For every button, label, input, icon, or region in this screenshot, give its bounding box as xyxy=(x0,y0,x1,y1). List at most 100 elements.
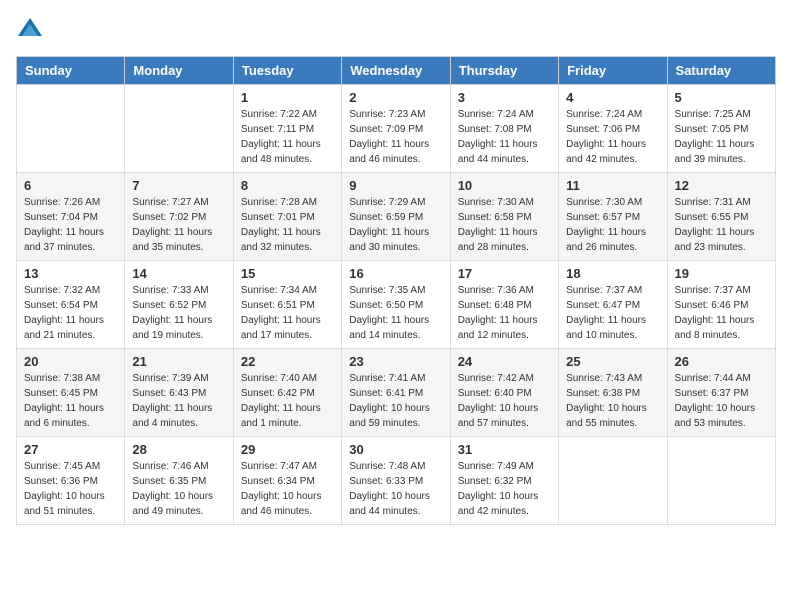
day-info: Sunrise: 7:32 AM Sunset: 6:54 PM Dayligh… xyxy=(24,283,117,343)
day-cell: 4 Sunrise: 7:24 AM Sunset: 7:06 PM Daylig… xyxy=(559,85,667,173)
day-cell: 20Sunrise: 7:38 AM Sunset: 6:45 PM Dayli… xyxy=(17,349,125,437)
day-cell xyxy=(559,437,667,525)
week-row-2: 6 Sunrise: 7:26 AM Sunset: 7:04 PM Daylig… xyxy=(17,173,776,261)
day-number: 1 xyxy=(241,90,334,105)
day-number: 8 xyxy=(241,178,334,193)
day-number: 19 xyxy=(675,266,768,281)
day-info: Sunrise: 7:23 AM Sunset: 7:09 PM Dayligh… xyxy=(349,107,442,167)
day-info: Sunrise: 7:41 AM Sunset: 6:41 PM Dayligh… xyxy=(349,371,442,431)
day-cell: 1Sunrise: 7:22 AM Sunset: 7:11 PM Daylig… xyxy=(233,85,341,173)
day-number: 9 xyxy=(349,178,442,193)
day-number: 18 xyxy=(566,266,659,281)
day-cell: 17 Sunrise: 7:36 AM Sunset: 6:48 PM Dayli… xyxy=(450,261,558,349)
day-cell: 9Sunrise: 7:29 AM Sunset: 6:59 PM Daylig… xyxy=(342,173,450,261)
day-number: 11 xyxy=(566,178,659,193)
day-info: Sunrise: 7:47 AM Sunset: 6:34 PM Dayligh… xyxy=(241,459,334,519)
header-cell-wednesday: Wednesday xyxy=(342,57,450,85)
day-cell: 25Sunrise: 7:43 AM Sunset: 6:38 PM Dayli… xyxy=(559,349,667,437)
day-cell: 19 Sunrise: 7:37 AM Sunset: 6:46 PM Dayli… xyxy=(667,261,775,349)
day-number: 30 xyxy=(349,442,442,457)
day-info: Sunrise: 7:30 AM Sunset: 6:57 PM Dayligh… xyxy=(566,195,659,255)
day-cell: 2 Sunrise: 7:23 AM Sunset: 7:09 PM Daylig… xyxy=(342,85,450,173)
day-cell: 7 Sunrise: 7:27 AM Sunset: 7:02 PM Daylig… xyxy=(125,173,233,261)
logo xyxy=(16,16,48,44)
header-cell-friday: Friday xyxy=(559,57,667,85)
day-cell: 29Sunrise: 7:47 AM Sunset: 6:34 PM Dayli… xyxy=(233,437,341,525)
day-cell: 16 Sunrise: 7:35 AM Sunset: 6:50 PM Dayli… xyxy=(342,261,450,349)
day-info: Sunrise: 7:48 AM Sunset: 6:33 PM Dayligh… xyxy=(349,459,442,519)
header xyxy=(16,16,776,44)
day-number: 21 xyxy=(132,354,225,369)
day-info: Sunrise: 7:26 AM Sunset: 7:04 PM Dayligh… xyxy=(24,195,117,255)
day-number: 12 xyxy=(675,178,768,193)
day-cell: 27 Sunrise: 7:45 AM Sunset: 6:36 PM Dayli… xyxy=(17,437,125,525)
day-info: Sunrise: 7:42 AM Sunset: 6:40 PM Dayligh… xyxy=(458,371,551,431)
day-cell: 12 Sunrise: 7:31 AM Sunset: 6:55 PM Dayli… xyxy=(667,173,775,261)
day-info: Sunrise: 7:49 AM Sunset: 6:32 PM Dayligh… xyxy=(458,459,551,519)
day-number: 31 xyxy=(458,442,551,457)
day-cell: 5 Sunrise: 7:25 AM Sunset: 7:05 PM Daylig… xyxy=(667,85,775,173)
day-info: Sunrise: 7:35 AM Sunset: 6:50 PM Dayligh… xyxy=(349,283,442,343)
day-cell: 24 Sunrise: 7:42 AM Sunset: 6:40 PM Dayli… xyxy=(450,349,558,437)
day-cell: 13 Sunrise: 7:32 AM Sunset: 6:54 PM Dayli… xyxy=(17,261,125,349)
day-number: 26 xyxy=(675,354,768,369)
day-info: Sunrise: 7:28 AM Sunset: 7:01 PM Dayligh… xyxy=(241,195,334,255)
day-cell: 22Sunrise: 7:40 AM Sunset: 6:42 PM Dayli… xyxy=(233,349,341,437)
week-row-3: 13 Sunrise: 7:32 AM Sunset: 6:54 PM Dayli… xyxy=(17,261,776,349)
day-info: Sunrise: 7:37 AM Sunset: 6:46 PM Dayligh… xyxy=(675,283,768,343)
day-number: 23 xyxy=(349,354,442,369)
day-cell: 26 Sunrise: 7:44 AM Sunset: 6:37 PM Dayli… xyxy=(667,349,775,437)
day-number: 22 xyxy=(241,354,334,369)
day-cell xyxy=(17,85,125,173)
day-number: 16 xyxy=(349,266,442,281)
calendar-table: SundayMondayTuesdayWednesdayThursdayFrid… xyxy=(16,56,776,525)
day-number: 27 xyxy=(24,442,117,457)
day-number: 4 xyxy=(566,90,659,105)
day-cell: 23 Sunrise: 7:41 AM Sunset: 6:41 PM Dayli… xyxy=(342,349,450,437)
day-info: Sunrise: 7:24 AM Sunset: 7:06 PM Dayligh… xyxy=(566,107,659,167)
day-cell: 11 Sunrise: 7:30 AM Sunset: 6:57 PM Dayli… xyxy=(559,173,667,261)
day-info: Sunrise: 7:45 AM Sunset: 6:36 PM Dayligh… xyxy=(24,459,117,519)
week-row-4: 20Sunrise: 7:38 AM Sunset: 6:45 PM Dayli… xyxy=(17,349,776,437)
day-info: Sunrise: 7:39 AM Sunset: 6:43 PM Dayligh… xyxy=(132,371,225,431)
day-number: 28 xyxy=(132,442,225,457)
header-cell-sunday: Sunday xyxy=(17,57,125,85)
day-cell: 21 Sunrise: 7:39 AM Sunset: 6:43 PM Dayli… xyxy=(125,349,233,437)
day-number: 2 xyxy=(349,90,442,105)
day-cell xyxy=(125,85,233,173)
day-info: Sunrise: 7:30 AM Sunset: 6:58 PM Dayligh… xyxy=(458,195,551,255)
day-number: 17 xyxy=(458,266,551,281)
day-number: 6 xyxy=(24,178,117,193)
day-info: Sunrise: 7:25 AM Sunset: 7:05 PM Dayligh… xyxy=(675,107,768,167)
day-cell: 3 Sunrise: 7:24 AM Sunset: 7:08 PM Daylig… xyxy=(450,85,558,173)
header-cell-thursday: Thursday xyxy=(450,57,558,85)
day-cell: 14Sunrise: 7:33 AM Sunset: 6:52 PM Dayli… xyxy=(125,261,233,349)
week-row-5: 27 Sunrise: 7:45 AM Sunset: 6:36 PM Dayli… xyxy=(17,437,776,525)
day-number: 5 xyxy=(675,90,768,105)
calendar-header: SundayMondayTuesdayWednesdayThursdayFrid… xyxy=(17,57,776,85)
day-info: Sunrise: 7:34 AM Sunset: 6:51 PM Dayligh… xyxy=(241,283,334,343)
header-cell-saturday: Saturday xyxy=(667,57,775,85)
day-cell: 15Sunrise: 7:34 AM Sunset: 6:51 PM Dayli… xyxy=(233,261,341,349)
day-number: 3 xyxy=(458,90,551,105)
day-info: Sunrise: 7:31 AM Sunset: 6:55 PM Dayligh… xyxy=(675,195,768,255)
day-cell xyxy=(667,437,775,525)
day-number: 7 xyxy=(132,178,225,193)
day-number: 24 xyxy=(458,354,551,369)
day-cell: 28 Sunrise: 7:46 AM Sunset: 6:35 PM Dayli… xyxy=(125,437,233,525)
day-info: Sunrise: 7:46 AM Sunset: 6:35 PM Dayligh… xyxy=(132,459,225,519)
day-info: Sunrise: 7:44 AM Sunset: 6:37 PM Dayligh… xyxy=(675,371,768,431)
day-number: 20 xyxy=(24,354,117,369)
day-number: 10 xyxy=(458,178,551,193)
day-info: Sunrise: 7:24 AM Sunset: 7:08 PM Dayligh… xyxy=(458,107,551,167)
calendar-body: 1Sunrise: 7:22 AM Sunset: 7:11 PM Daylig… xyxy=(17,85,776,525)
day-info: Sunrise: 7:43 AM Sunset: 6:38 PM Dayligh… xyxy=(566,371,659,431)
week-row-1: 1Sunrise: 7:22 AM Sunset: 7:11 PM Daylig… xyxy=(17,85,776,173)
day-number: 13 xyxy=(24,266,117,281)
day-cell: 8 Sunrise: 7:28 AM Sunset: 7:01 PM Daylig… xyxy=(233,173,341,261)
header-cell-monday: Monday xyxy=(125,57,233,85)
day-info: Sunrise: 7:36 AM Sunset: 6:48 PM Dayligh… xyxy=(458,283,551,343)
day-info: Sunrise: 7:27 AM Sunset: 7:02 PM Dayligh… xyxy=(132,195,225,255)
header-row: SundayMondayTuesdayWednesdayThursdayFrid… xyxy=(17,57,776,85)
logo-icon xyxy=(16,16,44,44)
